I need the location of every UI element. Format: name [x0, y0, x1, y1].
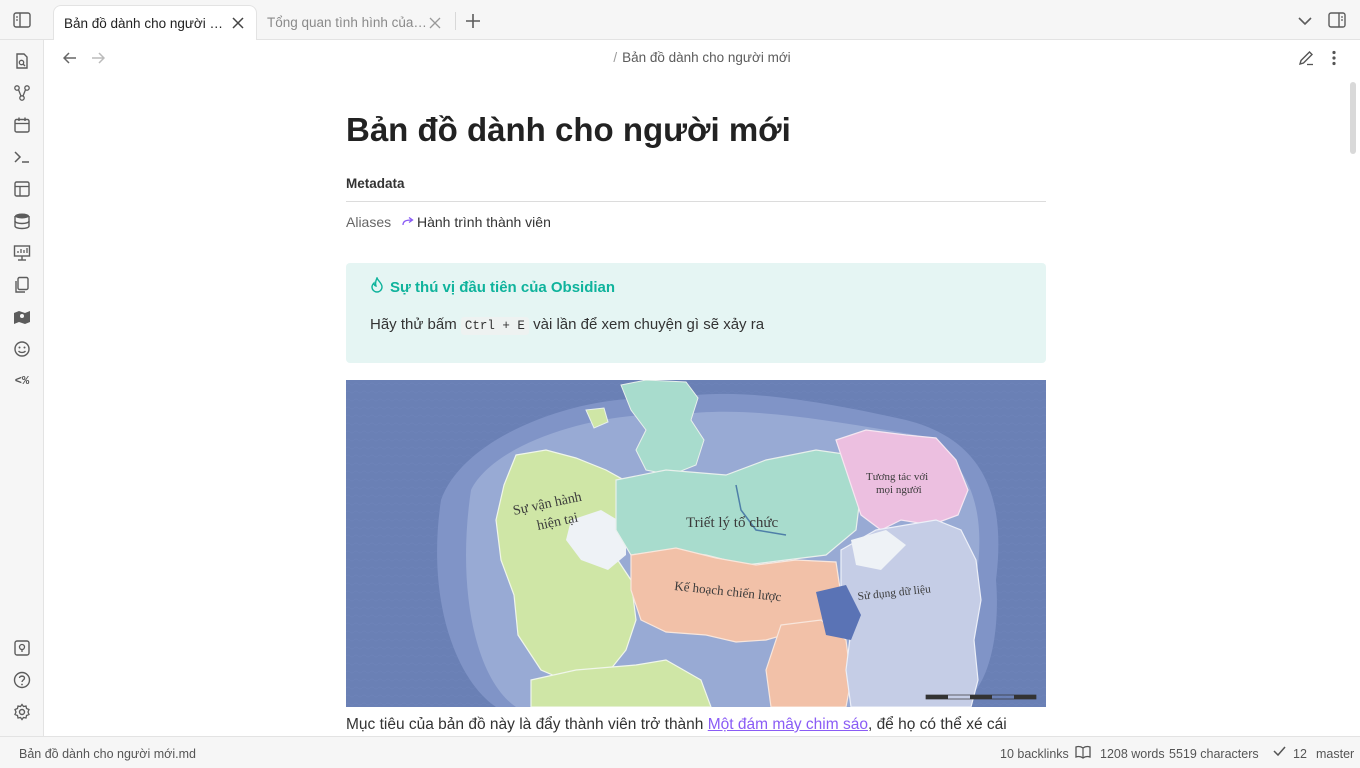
help-icon[interactable]: [10, 668, 34, 692]
fantasy-map-image[interactable]: Sự vận hành hiện tại Triết lý tổ chức Tư…: [346, 380, 1046, 707]
callout-text-before: Hãy thử bấm: [370, 316, 457, 333]
shortcut-code: Ctrl + E: [460, 317, 529, 335]
copy-icon[interactable]: [10, 273, 34, 297]
edit-icon[interactable]: [1297, 49, 1315, 67]
close-icon[interactable]: [230, 15, 246, 31]
tab-active[interactable]: Bản đồ dành cho người mới: [53, 5, 257, 40]
status-bar: Bản đồ dành cho người mới.md 10 backlink…: [0, 736, 1360, 768]
view-header: / Bản đồ dành cho người mới: [44, 40, 1360, 76]
internal-link[interactable]: Một đám mây chim sáo: [708, 716, 868, 733]
tab-inactive[interactable]: Tổng quan tình hình của ...: [257, 5, 453, 40]
left-ribbon: <%: [0, 40, 44, 736]
layout-icon[interactable]: [10, 177, 34, 201]
right-sidebar-toggle-icon[interactable]: [1327, 11, 1347, 29]
templater-icon[interactable]: <%: [10, 369, 34, 393]
presentation-icon[interactable]: [10, 241, 34, 265]
paragraph-text-after: , để họ có thể xé cái: [867, 716, 1007, 733]
scrollbar-thumb[interactable]: [1350, 82, 1356, 154]
status-character-count: 5519 characters: [1169, 747, 1259, 761]
aliases-key: Aliases: [346, 214, 392, 230]
aliases-value[interactable]: Hành trình thành viên: [402, 214, 551, 230]
breadcrumb[interactable]: / Bản đồ dành cho người mới: [544, 50, 860, 65]
breadcrumb-title: Bản đồ dành cho người mới: [622, 50, 791, 65]
status-backlinks[interactable]: 10 backlinks: [1000, 747, 1069, 761]
tab-label: Bản đồ dành cho người mới: [64, 15, 230, 31]
status-filename[interactable]: Bản đồ dành cho người mới.md: [19, 747, 196, 761]
note-title: Bản đồ dành cho người mới: [346, 111, 791, 148]
obsidian-window: Bản đồ dành cho người mới Tổng quan tình…: [0, 0, 1360, 768]
metadata-divider: [346, 201, 1046, 202]
map-label: mọi người: [876, 484, 922, 496]
callout-title-text: Sự thú vị đầu tiên của Obsidian: [390, 278, 616, 296]
breadcrumb-separator: /: [613, 50, 618, 65]
database-icon[interactable]: [10, 209, 34, 233]
vault-icon[interactable]: [10, 636, 34, 660]
calendar-icon[interactable]: [10, 113, 34, 137]
body-paragraph: Mục tiêu của bản đồ này là đẩy thành viê…: [346, 716, 1007, 734]
status-word-count: 1208 words: [1100, 747, 1165, 761]
metadata-heading[interactable]: Metadata: [346, 176, 405, 191]
alias-arrow-icon: [402, 214, 414, 230]
flame-icon: [370, 276, 384, 297]
book-icon[interactable]: [1075, 745, 1091, 759]
map-label: Tương tác với: [866, 471, 928, 483]
map-scale-bar: [925, 694, 1037, 700]
terminal-icon[interactable]: [10, 145, 34, 169]
map-label: Triết lý tổ chức: [686, 515, 778, 531]
sidebar-toggle-icon[interactable]: [12, 11, 32, 29]
smiley-icon[interactable]: [10, 337, 34, 361]
graph-icon[interactable]: [10, 81, 34, 105]
file-search-icon[interactable]: [10, 49, 34, 73]
status-sync-count[interactable]: 12: [1293, 747, 1307, 761]
status-git-branch[interactable]: master: [1316, 747, 1354, 761]
more-options-icon[interactable]: [1325, 49, 1343, 67]
back-arrow-icon[interactable]: [61, 49, 79, 67]
callout-box: Sự thú vị đầu tiên của Obsidian Hãy thử …: [346, 263, 1046, 363]
new-tab-icon[interactable]: [463, 11, 483, 31]
callout-title[interactable]: Sự thú vị đầu tiên của Obsidian: [370, 276, 616, 297]
note-content: Bản đồ dành cho người mới Metadata Alias…: [346, 76, 1046, 736]
close-icon[interactable]: [427, 15, 443, 31]
tab-separator: [455, 12, 456, 30]
map-icon[interactable]: [10, 305, 34, 329]
chevron-down-icon[interactable]: [1295, 12, 1315, 30]
tab-bar: Bản đồ dành cho người mới Tổng quan tình…: [0, 0, 1360, 40]
forward-arrow-icon[interactable]: [89, 49, 107, 67]
paragraph-text-before: Mục tiêu của bản đồ này là đẩy thành viê…: [346, 716, 708, 733]
settings-icon[interactable]: [10, 700, 34, 724]
callout-body: Hãy thử bấm Ctrl + E vài lần để xem chuy…: [370, 316, 765, 335]
callout-text-after: vài lần để xem chuyện gì sẽ xảy ra: [533, 316, 765, 333]
alias-text: Hành trình thành viên: [417, 214, 551, 230]
check-icon[interactable]: [1273, 745, 1286, 757]
tab-label: Tổng quan tình hình của ...: [267, 15, 427, 30]
